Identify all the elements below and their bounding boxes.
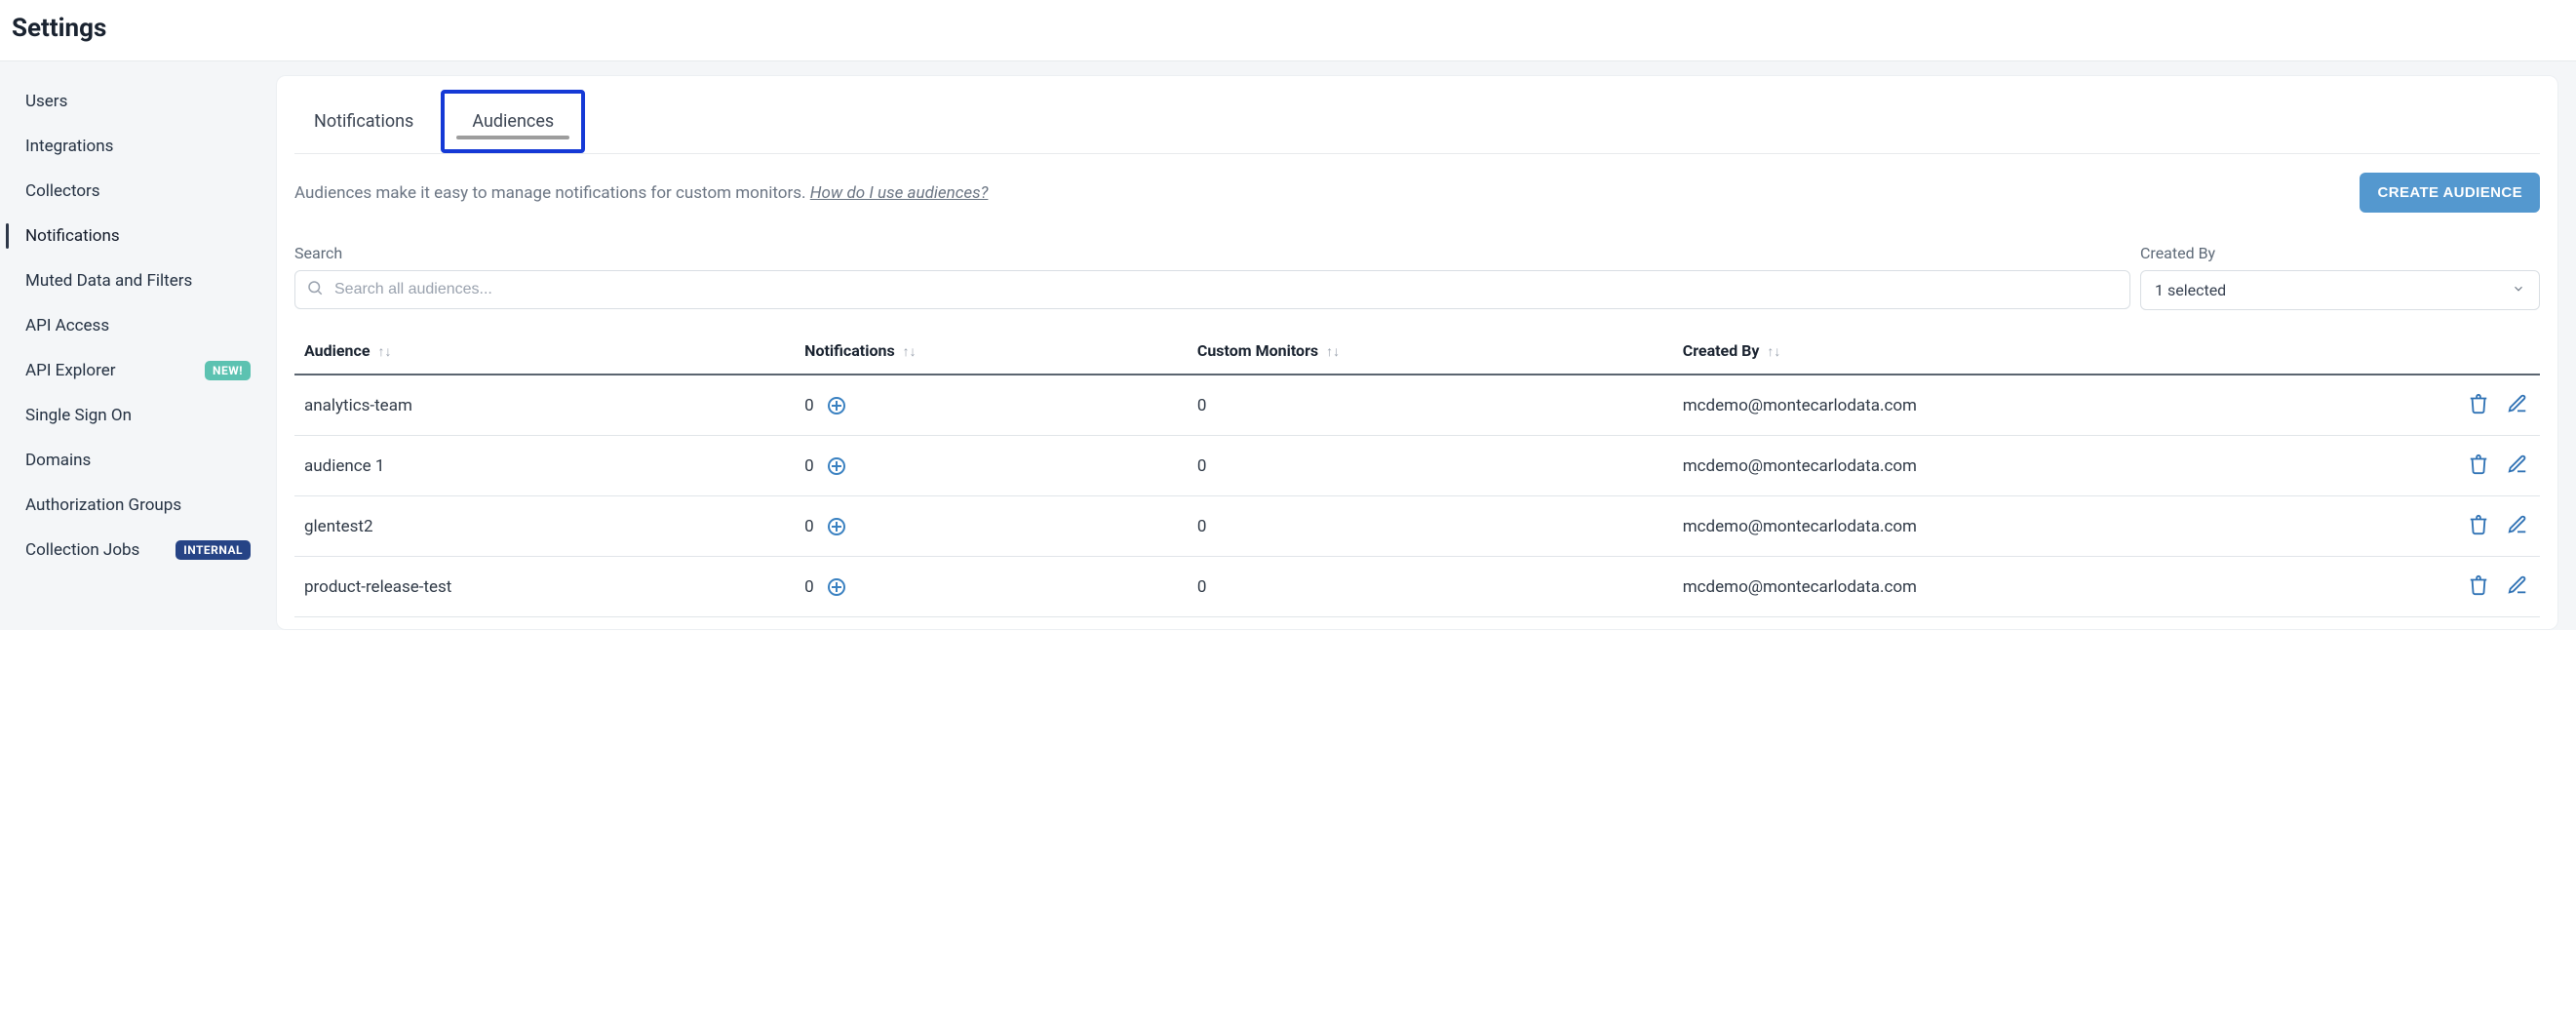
sidebar-item-label: API Explorer xyxy=(25,361,205,380)
new-badge: NEW! xyxy=(205,361,251,380)
col-audience[interactable]: Audience ↑↓ xyxy=(294,328,795,375)
col-createdby-label: Created By xyxy=(1683,341,1760,360)
sidebar: Users Integrations Collectors Notificati… xyxy=(0,61,276,630)
sort-icon: ↑↓ xyxy=(1326,343,1340,360)
sidebar-item-label: Domains xyxy=(25,451,251,470)
cell-actions xyxy=(2433,496,2540,557)
add-notification-icon[interactable] xyxy=(828,397,845,414)
cell-monitors: 0 xyxy=(1188,375,1673,436)
sidebar-item-single-sign-on[interactable]: Single Sign On xyxy=(0,393,276,438)
table-row: product-release-test00mcdemo@montecarlod… xyxy=(294,557,2540,617)
cell-notifications: 0 xyxy=(795,375,1188,436)
cell-createdby: mcdemo@montecarlodata.com xyxy=(1673,496,2433,557)
sidebar-item-domains[interactable]: Domains xyxy=(0,438,276,483)
main-panel: Notifications Audiences Audiences make i… xyxy=(276,75,2558,630)
search-label: Search xyxy=(294,244,2130,262)
cell-audience: product-release-test xyxy=(294,557,795,617)
cell-monitors: 0 xyxy=(1188,436,1673,496)
add-notification-icon[interactable] xyxy=(828,578,845,596)
createdby-select[interactable]: 1 selected xyxy=(2140,270,2540,310)
tab-audiences[interactable]: Audiences xyxy=(441,90,585,153)
edit-icon[interactable] xyxy=(2505,391,2530,416)
chevron-down-icon xyxy=(2512,281,2525,299)
delete-icon[interactable] xyxy=(2466,452,2491,477)
sidebar-item-label: Integrations xyxy=(25,137,251,156)
sort-icon: ↑↓ xyxy=(1767,343,1780,360)
sidebar-item-label: Authorization Groups xyxy=(25,495,251,515)
cell-notifications: 0 xyxy=(795,557,1188,617)
internal-badge: INTERNAL xyxy=(176,540,251,560)
sidebar-item-label: API Access xyxy=(25,316,251,335)
sidebar-item-label: Notifications xyxy=(25,226,251,246)
col-notifications-label: Notifications xyxy=(804,341,895,360)
cell-audience: audience 1 xyxy=(294,436,795,496)
cell-audience: glentest2 xyxy=(294,496,795,557)
sidebar-item-api-explorer[interactable]: API Explorer NEW! xyxy=(0,348,276,393)
edit-icon[interactable] xyxy=(2505,572,2530,598)
col-monitors[interactable]: Custom Monitors ↑↓ xyxy=(1188,328,1673,375)
delete-icon[interactable] xyxy=(2466,512,2491,537)
cell-actions xyxy=(2433,375,2540,436)
page-title: Settings xyxy=(0,0,2576,60)
table-row: analytics-team00mcdemo@montecarlodata.co… xyxy=(294,375,2540,436)
table-row: glentest200mcdemo@montecarlodata.com xyxy=(294,496,2540,557)
tab-notifications[interactable]: Notifications xyxy=(294,96,433,153)
sidebar-item-notifications[interactable]: Notifications xyxy=(0,214,276,258)
sidebar-item-collection-jobs[interactable]: Collection Jobs INTERNAL xyxy=(0,528,276,572)
add-notification-icon[interactable] xyxy=(828,518,845,535)
createdby-value: 1 selected xyxy=(2155,281,2226,299)
col-actions xyxy=(2433,328,2540,375)
cell-actions xyxy=(2433,557,2540,617)
cell-createdby: mcdemo@montecarlodata.com xyxy=(1673,375,2433,436)
info-text-static: Audiences make it easy to manage notific… xyxy=(294,183,810,203)
table-row: audience 100mcdemo@montecarlodata.com xyxy=(294,436,2540,496)
search-icon xyxy=(306,279,324,300)
sidebar-item-collectors[interactable]: Collectors xyxy=(0,169,276,214)
sort-icon: ↑↓ xyxy=(903,343,917,360)
col-createdby[interactable]: Created By ↑↓ xyxy=(1673,328,2433,375)
create-audience-button[interactable]: CREATE AUDIENCE xyxy=(2360,173,2540,213)
sidebar-item-muted-data-and-filters[interactable]: Muted Data and Filters xyxy=(0,258,276,303)
createdby-label: Created By xyxy=(2140,244,2540,262)
edit-icon[interactable] xyxy=(2505,512,2530,537)
delete-icon[interactable] xyxy=(2466,391,2491,416)
sidebar-item-integrations[interactable]: Integrations xyxy=(0,124,276,169)
sidebar-item-label: Single Sign On xyxy=(25,406,251,425)
cell-audience: analytics-team xyxy=(294,375,795,436)
audiences-table: Audience ↑↓ Notifications ↑↓ Custom Moni… xyxy=(277,318,2557,617)
edit-icon[interactable] xyxy=(2505,452,2530,477)
notif-count: 0 xyxy=(804,456,814,476)
cell-createdby: mcdemo@montecarlodata.com xyxy=(1673,557,2433,617)
col-notifications[interactable]: Notifications ↑↓ xyxy=(795,328,1188,375)
cell-notifications: 0 xyxy=(795,496,1188,557)
delete-icon[interactable] xyxy=(2466,572,2491,598)
info-help-link[interactable]: How do I use audiences? xyxy=(810,183,989,203)
info-text: Audiences make it easy to manage notific… xyxy=(294,183,988,203)
notif-count: 0 xyxy=(804,517,814,536)
sidebar-item-authorization-groups[interactable]: Authorization Groups xyxy=(0,483,276,528)
sidebar-item-label: Muted Data and Filters xyxy=(25,271,251,291)
col-monitors-label: Custom Monitors xyxy=(1197,341,1318,360)
search-input[interactable] xyxy=(294,270,2130,309)
cell-notifications: 0 xyxy=(795,436,1188,496)
cell-monitors: 0 xyxy=(1188,496,1673,557)
sidebar-item-label: Collection Jobs xyxy=(25,540,176,560)
cell-monitors: 0 xyxy=(1188,557,1673,617)
tabs: Notifications Audiences xyxy=(294,76,2540,154)
sidebar-item-users[interactable]: Users xyxy=(0,79,276,124)
sidebar-item-label: Collectors xyxy=(25,181,251,201)
sort-icon: ↑↓ xyxy=(377,343,391,360)
cell-actions xyxy=(2433,436,2540,496)
sidebar-item-label: Users xyxy=(25,92,251,111)
col-audience-label: Audience xyxy=(304,341,370,360)
notif-count: 0 xyxy=(804,577,814,597)
sidebar-item-api-access[interactable]: API Access xyxy=(0,303,276,348)
add-notification-icon[interactable] xyxy=(828,457,845,475)
cell-createdby: mcdemo@montecarlodata.com xyxy=(1673,436,2433,496)
notif-count: 0 xyxy=(804,396,814,415)
